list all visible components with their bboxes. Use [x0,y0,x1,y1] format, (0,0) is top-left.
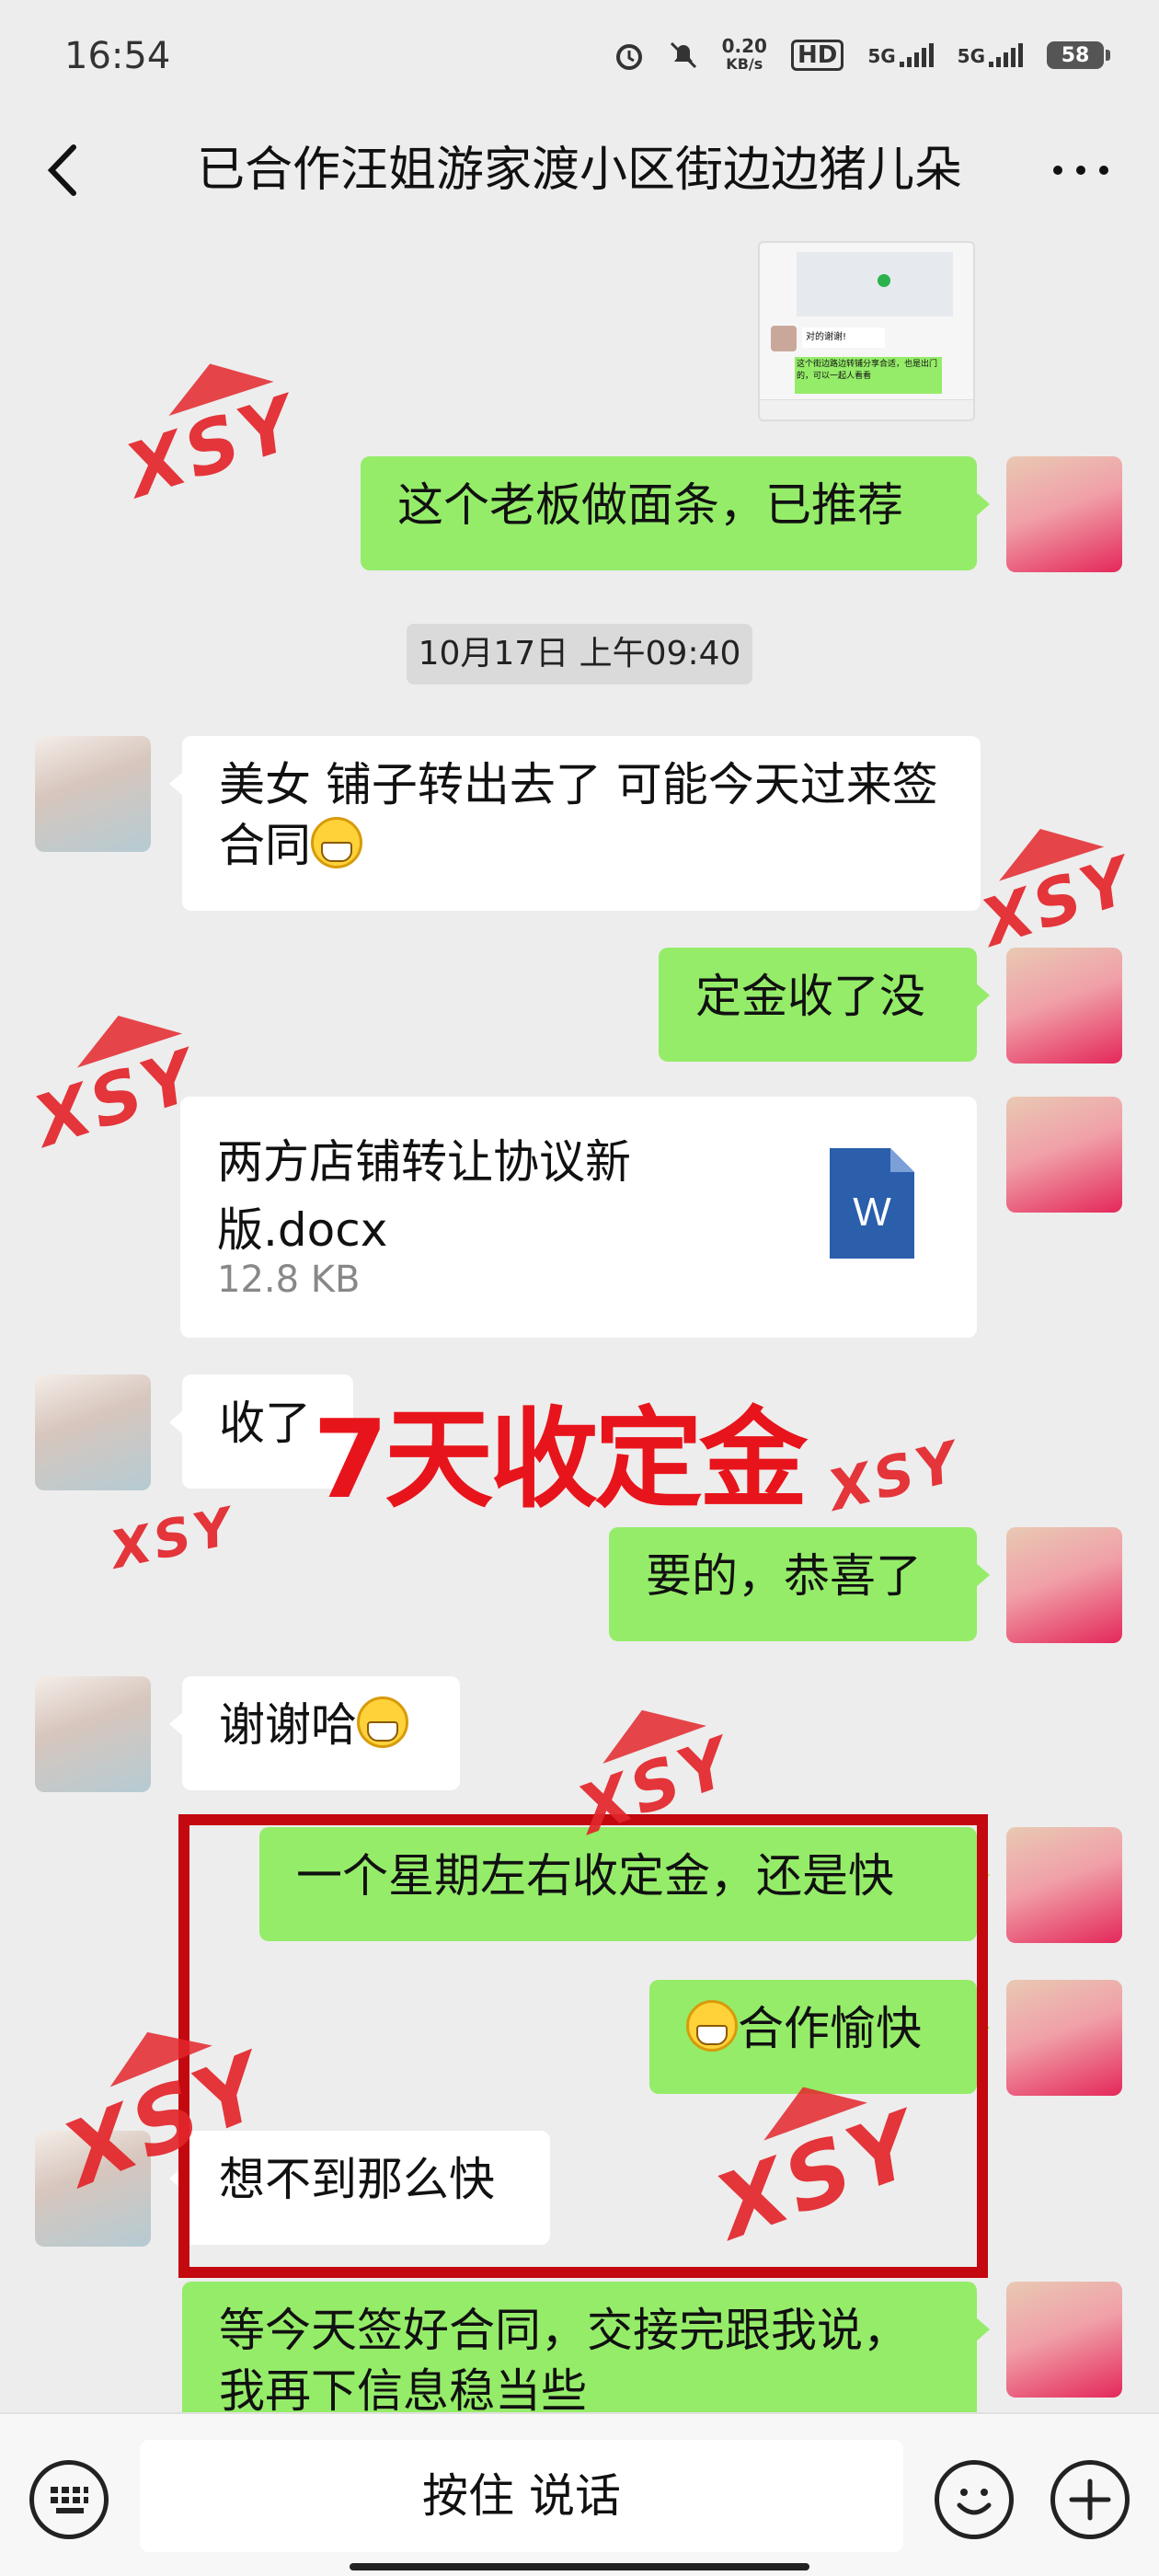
message-bubble-received[interactable]: 谢谢哈 [169,1676,460,1790]
chat-title: 已合作汪姐游家渡小区街边边猪儿朵 [196,143,962,198]
my-avatar[interactable] [1006,456,1122,572]
word-document-icon: W [830,1148,914,1259]
home-indicator [350,2563,809,2570]
file-name: 两方店铺转让协议新版.docx [217,1135,631,1257]
my-avatar[interactable] [1006,1980,1122,2096]
smiley-icon [957,2489,992,2515]
message-bubble-sent[interactable]: 要的，恭喜了 [609,1527,990,1641]
watermark-logo: XSY [105,344,308,514]
watermark-logo: XSY [961,807,1142,961]
message-bubble-received[interactable]: 美女 铺子转出去了 可能今天过来签合同 [169,736,981,911]
plus-icon [1069,2478,1111,2521]
hd-indicator: HD [790,40,844,71]
alarm-icon [615,44,642,70]
net-speed: 0.20 KB/s [721,35,767,73]
my-avatar[interactable] [1006,1097,1122,1213]
thumbnail-line2: 这个街边路边转铺分享合适，也是出门的，可以一起人看看 [795,357,942,394]
chat-input-bar: 按住 说话 [0,2412,1159,2576]
thumbnail-line1: 对的谢谢! [802,328,885,348]
more-button[interactable] [1049,138,1113,202]
back-button[interactable] [37,138,92,202]
my-avatar[interactable] [1006,1527,1122,1643]
watermark-logo: XSY [105,1496,241,1581]
my-avatar[interactable] [1006,948,1122,1064]
more-dots-icon [1053,166,1108,175]
more-actions-button[interactable] [1050,2460,1130,2539]
signal-5g-2: 5G [958,43,1023,67]
battery-icon: 58 [1047,41,1110,69]
keyboard-icon [51,2487,88,2513]
svg-text:W: W [853,1190,891,1235]
contact-avatar[interactable] [35,736,151,852]
chat-timestamp: 10月17日 上午09:40 [407,624,752,684]
chevron-left-icon [47,144,76,196]
overlay-headline: 7天收定金 [313,1396,808,1523]
emoji-button[interactable] [935,2460,1014,2539]
message-bubble-sent[interactable]: 定金收了没 [659,948,990,1062]
status-icons: 0.20 KB/s HD 5G 5G 58 [614,35,1110,74]
status-time: 16:54 [64,35,171,77]
contact-avatar[interactable] [35,1374,151,1490]
message-bubble-sent[interactable]: 这个老板做面条，已推荐 [361,456,990,570]
signal-5g-1: 5G [867,43,934,67]
hold-to-talk-button[interactable]: 按住 说话 [140,2440,903,2552]
my-avatar[interactable] [1006,2282,1122,2398]
watermark-logo: XSY [821,1429,968,1524]
shared-screenshot-thumbnail[interactable]: 对的谢谢! 这个街边路边转铺分享合适，也是出门的，可以一起人看看 [758,241,975,421]
my-avatar[interactable] [1006,1827,1122,1943]
contact-avatar[interactable] [35,1676,151,1792]
grin-emoji-icon [311,817,362,868]
file-size: 12.8 KB [217,1259,361,1301]
keyboard-toggle-button[interactable] [29,2460,109,2539]
grin-emoji-icon [357,1696,408,1748]
watermark-logo: XSY [13,998,208,1163]
mute-bell-icon [670,41,696,69]
file-message-card[interactable]: 两方店铺转让协议新版.docx 12.8 KB W [180,1097,977,1338]
